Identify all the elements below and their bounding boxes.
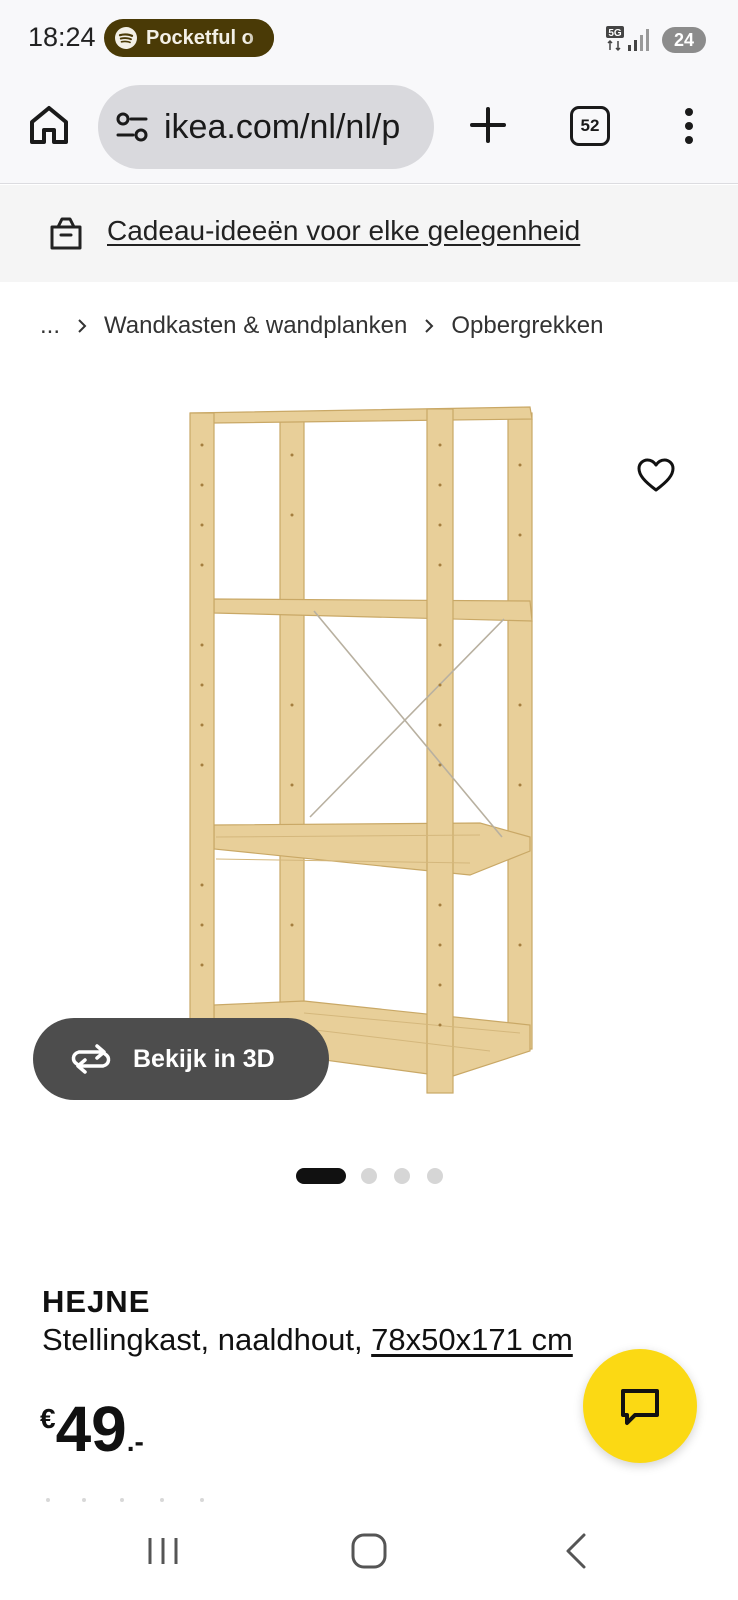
system-nav-bar xyxy=(0,1512,738,1600)
browser-toolbar: ikea.com/nl/nl/p 52 xyxy=(0,80,738,184)
chevron-right-icon xyxy=(425,319,434,333)
home-icon[interactable] xyxy=(26,102,72,148)
media-app-name: Pocketful o xyxy=(146,26,254,49)
recents-icon[interactable] xyxy=(146,1534,180,1568)
product-price: €49.- xyxy=(40,1397,144,1461)
url-bar[interactable]: ikea.com/nl/nl/p xyxy=(98,85,434,169)
price-decimal: .- xyxy=(126,1426,144,1457)
promo-link[interactable]: Cadeau-ideeën voor elke gelegenheid xyxy=(107,215,580,247)
media-chip-fade xyxy=(246,19,274,57)
signal-icon: 5G xyxy=(606,26,649,52)
view-in-3d-label: Bekijk in 3D xyxy=(133,1044,275,1073)
plus-icon[interactable] xyxy=(466,103,510,147)
breadcrumb: ... Wandkasten & wandplanken Opbergrekke… xyxy=(40,312,603,340)
spotify-icon xyxy=(115,27,137,49)
heart-icon[interactable] xyxy=(636,456,676,496)
chevron-right-icon xyxy=(78,319,87,333)
carousel-dots xyxy=(0,1165,738,1185)
tabs-icon[interactable]: 52 xyxy=(570,106,610,146)
promo-banner: Cadeau-ideeën voor elke gelegenheid xyxy=(0,185,738,282)
chat-icon xyxy=(621,1389,659,1425)
product-name: HEJNE xyxy=(42,1284,151,1319)
gift-box-icon xyxy=(50,217,82,250)
carousel-dot-3[interactable] xyxy=(394,1168,410,1184)
product-type: Stellingkast, naaldhout, xyxy=(42,1322,372,1357)
product-description: Stellingkast, naaldhout, 78x50x171 cm xyxy=(42,1322,573,1358)
network-label: 5G xyxy=(608,28,622,39)
battery-indicator: 24 xyxy=(662,27,706,53)
nav-home-icon[interactable] xyxy=(350,1532,388,1570)
rating-stars-partial xyxy=(46,1498,204,1502)
page: 18:24 Pocketful o 5G 24 ikea.com/nl/nl/p… xyxy=(0,0,738,1600)
media-chip[interactable]: Pocketful o xyxy=(104,19,274,57)
more-vert-icon[interactable] xyxy=(676,104,702,148)
price-currency: € xyxy=(40,1403,56,1434)
breadcrumb-item-opbergrekken[interactable]: Opbergrekken xyxy=(451,312,603,340)
site-settings-icon[interactable] xyxy=(114,109,150,145)
chat-button[interactable] xyxy=(583,1349,697,1463)
product-image[interactable] xyxy=(180,405,554,1117)
price-integer: 49 xyxy=(55,1393,127,1465)
breadcrumb-ellipsis[interactable]: ... xyxy=(40,312,60,340)
view-in-3d-button[interactable]: Bekijk in 3D xyxy=(33,1018,329,1100)
back-icon[interactable] xyxy=(562,1532,590,1570)
status-bar: 18:24 Pocketful o 5G 24 xyxy=(0,0,738,80)
breadcrumb-item-wandkasten[interactable]: Wandkasten & wandplanken xyxy=(104,312,407,340)
carousel-dot-4[interactable] xyxy=(427,1168,443,1184)
carousel-dot-2[interactable] xyxy=(361,1168,377,1184)
rotate-3d-icon xyxy=(71,1044,111,1074)
url-text: ikea.com/nl/nl/p xyxy=(164,107,401,146)
carousel-dot-1[interactable] xyxy=(296,1168,346,1184)
product-size-link[interactable]: 78x50x171 cm xyxy=(371,1322,573,1357)
status-time: 18:24 xyxy=(28,22,96,52)
